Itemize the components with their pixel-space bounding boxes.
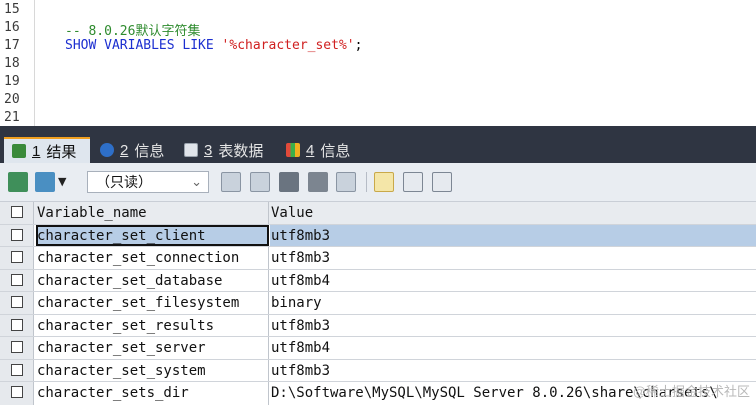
variable-name-cell[interactable]: character_set_database bbox=[36, 269, 269, 291]
line-number: 20 bbox=[4, 92, 20, 107]
line-number: 15 bbox=[4, 2, 20, 17]
row-checkbox[interactable] bbox=[11, 251, 23, 263]
line-number: 17 bbox=[4, 38, 20, 53]
value-cell[interactable]: utf8mb4 bbox=[270, 337, 756, 359]
cancel-changes-icon[interactable] bbox=[336, 172, 356, 192]
sql-string-literal: '%character_set%' bbox=[221, 38, 355, 53]
tab-label: 信息 bbox=[320, 142, 351, 160]
delete-icon[interactable] bbox=[308, 172, 328, 192]
value-cell[interactable]: utf8mb3 bbox=[270, 247, 756, 269]
tab-info[interactable]: 2 信息 bbox=[92, 137, 172, 163]
line-number: 16 bbox=[4, 20, 20, 35]
sql-terminator: ; bbox=[354, 38, 363, 53]
add-row-icon[interactable] bbox=[221, 172, 241, 192]
row-checkbox[interactable] bbox=[11, 363, 23, 376]
tab-label: 结果 bbox=[46, 143, 77, 161]
sql-keywords: SHOW VARIABLES LIKE bbox=[65, 38, 222, 53]
line-number: 21 bbox=[4, 110, 20, 125]
table-row[interactable]: character_set_filesystem binary bbox=[0, 292, 756, 315]
row-checkbox[interactable] bbox=[11, 318, 23, 331]
row-selector[interactable] bbox=[0, 292, 34, 314]
variable-name-cell[interactable]: character_set_filesystem bbox=[36, 292, 269, 314]
table-row[interactable]: character_set_database utf8mb4 bbox=[0, 269, 756, 292]
import-icon[interactable] bbox=[35, 172, 55, 192]
value-cell[interactable]: binary bbox=[270, 292, 756, 314]
text-view-icon[interactable] bbox=[432, 172, 452, 192]
pane-splitter[interactable] bbox=[0, 126, 756, 134]
variable-name-cell[interactable]: character_set_client bbox=[36, 224, 269, 246]
tab-number: 4 bbox=[306, 141, 315, 159]
watermark: @稀土掘金技术社区 bbox=[632, 384, 750, 399]
value-cell[interactable]: utf8mb3 bbox=[270, 315, 756, 337]
tab-results[interactable]: 1 结果 bbox=[4, 137, 90, 163]
chevron-down-icon[interactable]: ▼ bbox=[58, 172, 70, 192]
table-data-icon bbox=[184, 143, 198, 157]
row-selector[interactable] bbox=[0, 359, 34, 381]
mode-select-value: （只读） bbox=[96, 174, 152, 190]
info-icon bbox=[100, 143, 114, 157]
duplicate-row-icon[interactable] bbox=[250, 172, 270, 192]
sql-statement-line: SHOW VARIABLES LIKE '%character_set%'; bbox=[65, 38, 362, 53]
line-number: 18 bbox=[4, 56, 20, 71]
info-colored-icon bbox=[286, 143, 300, 157]
sql-editor[interactable]: 15 16 17 18 19 20 21 -- 8.0.26默认字符集 SHOW… bbox=[0, 0, 756, 126]
sql-comment-line: -- 8.0.26默认字符集 bbox=[65, 24, 201, 39]
row-selector[interactable] bbox=[0, 269, 34, 291]
tab-number: 2 bbox=[120, 141, 129, 159]
row-selector[interactable] bbox=[0, 314, 34, 336]
line-number: 19 bbox=[4, 74, 20, 89]
row-checkbox[interactable] bbox=[11, 341, 23, 353]
variable-name-cell[interactable]: character_sets_dir bbox=[36, 382, 269, 405]
variable-name-cell[interactable]: character_set_results bbox=[36, 314, 269, 336]
table-row[interactable]: character_set_results utf8mb3 bbox=[0, 314, 756, 337]
row-checkbox[interactable] bbox=[11, 386, 23, 398]
result-toolbar: ▼ （只读） ⌄ bbox=[0, 163, 756, 202]
result-grid-icon bbox=[12, 144, 26, 158]
grid-view-icon[interactable] bbox=[374, 172, 394, 192]
column-header-value[interactable]: Value bbox=[270, 202, 756, 224]
table-row[interactable]: character_set_client utf8mb3 bbox=[0, 224, 756, 247]
toolbar-divider bbox=[366, 172, 367, 192]
row-checkbox[interactable] bbox=[11, 296, 23, 308]
tab-info-2[interactable]: 4 信息 bbox=[278, 137, 358, 163]
grid-header-row: Variable_name Value bbox=[0, 202, 756, 225]
line-number-gutter: 15 16 17 18 19 20 21 bbox=[0, 0, 35, 126]
tab-label: 信息 bbox=[134, 142, 165, 160]
tab-number: 1 bbox=[32, 142, 41, 160]
form-view-icon[interactable] bbox=[403, 172, 423, 192]
table-row[interactable]: character_set_connection utf8mb3 bbox=[0, 247, 756, 270]
row-selector[interactable] bbox=[0, 382, 34, 405]
chevron-down-icon: ⌄ bbox=[191, 174, 202, 189]
row-selector[interactable] bbox=[0, 224, 34, 246]
table-row[interactable]: character_set_server utf8mb4 bbox=[0, 337, 756, 360]
variable-name-cell[interactable]: character_set_connection bbox=[36, 247, 269, 269]
tab-label: 表数据 bbox=[218, 142, 264, 160]
export-grid-icon[interactable] bbox=[8, 172, 28, 192]
table-row[interactable]: character_set_system utf8mb3 bbox=[0, 359, 756, 382]
tab-table-data[interactable]: 3 表数据 bbox=[176, 137, 271, 163]
tab-number: 3 bbox=[204, 141, 213, 159]
row-selector[interactable] bbox=[0, 247, 34, 269]
row-checkbox[interactable] bbox=[11, 228, 23, 241]
select-all-checkbox[interactable] bbox=[11, 206, 23, 218]
value-cell[interactable]: utf8mb4 bbox=[270, 270, 756, 292]
row-checkbox[interactable] bbox=[11, 273, 23, 286]
value-cell[interactable]: utf8mb3 bbox=[270, 224, 756, 246]
variable-name-cell[interactable]: character_set_server bbox=[36, 337, 269, 359]
save-icon[interactable] bbox=[279, 172, 299, 192]
variable-name-cell[interactable]: character_set_system bbox=[36, 359, 269, 381]
column-header-variable-name[interactable]: Variable_name bbox=[36, 202, 269, 224]
read-only-mode-select[interactable]: （只读） ⌄ bbox=[87, 171, 209, 193]
result-tab-bar: 1 结果 2 信息 3 表数据 4 信息 bbox=[0, 134, 756, 163]
select-all-cell[interactable] bbox=[0, 202, 34, 224]
result-grid: Variable_name Value character_set_client… bbox=[0, 202, 756, 405]
row-selector[interactable] bbox=[0, 337, 34, 359]
value-cell[interactable]: utf8mb3 bbox=[270, 360, 756, 382]
